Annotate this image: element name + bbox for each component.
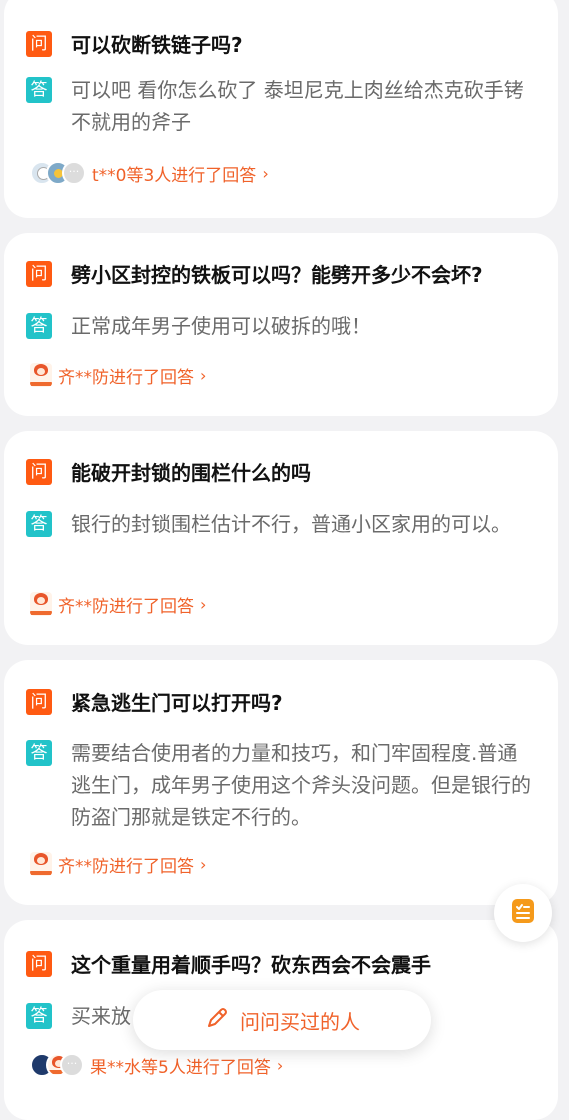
answer-badge: 答 xyxy=(26,77,52,103)
question-badge: 问 xyxy=(26,261,52,287)
answer-badge: 答 xyxy=(26,740,52,766)
more-avatars-icon: ··· xyxy=(60,1053,84,1077)
answerers-summary: t**0等3人进行了回答 xyxy=(92,165,257,186)
chevron-right-icon: › xyxy=(262,163,269,183)
question-badge: 问 xyxy=(26,951,52,977)
answer-text: 可以吧 看你怎么砍了 泰坦尼克上肉丝给杰克砍手铐不就用的斧子 xyxy=(71,78,524,134)
ask-buyers-label: 问问买过的人 xyxy=(240,1009,360,1034)
answerers-summary: 齐**防进行了回答 xyxy=(58,367,194,388)
more-avatars-icon: ··· xyxy=(62,161,86,185)
answer-text: 银行的封锁围栏估计不行，普通小区家用的可以。 xyxy=(71,512,511,536)
answerers-link[interactable]: 齐**防进行了回答 › xyxy=(30,359,206,391)
checklist-icon xyxy=(508,896,538,930)
qa-card[interactable]: 问 劈小区封控的铁板可以吗？能劈开多少不会坏? 答 正常成年男子使用可以破拆的哦… xyxy=(4,233,558,416)
store-logo-icon xyxy=(30,592,52,616)
store-logo-icon xyxy=(30,363,52,387)
question-text: 劈小区封控的铁板可以吗？能劈开多少不会坏? xyxy=(71,263,483,287)
store-logo-icon xyxy=(30,852,52,876)
answer-badge: 答 xyxy=(26,1003,52,1029)
qa-card[interactable]: 问 能破开封锁的围栏什么的吗 答 银行的封锁围栏估计不行，普通小区家用的可以。 … xyxy=(4,431,558,645)
qa-card[interactable]: 问 紧急逃生门可以打开吗? 答 需要结合使用者的力量和技巧，和门牢固程度.普通逃… xyxy=(4,660,558,905)
answer-text: 买来放 xyxy=(71,1004,131,1028)
answer-text: 正常成年男子使用可以破拆的哦！ xyxy=(71,314,371,338)
answerers-link[interactable]: ··· t**0等3人进行了回答 › xyxy=(30,157,269,189)
question-text: 这个重量用着顺手吗？砍东西会不会震手 xyxy=(71,953,431,977)
answer-text: 需要结合使用者的力量和技巧，和门牢固程度.普通逃生门，成年男子使用这个斧头没问题… xyxy=(71,741,531,829)
answerers-summary: 果**水等5人进行了回答 xyxy=(90,1057,271,1078)
qa-card[interactable]: 问 可以砍断铁链子吗? 答 可以吧 看你怎么砍了 泰坦尼克上肉丝给杰克砍手铐不就… xyxy=(4,0,558,218)
checklist-fab-button[interactable] xyxy=(494,884,552,942)
pencil-icon xyxy=(204,1005,230,1035)
answerers-link[interactable]: 齐**防进行了回答 › xyxy=(30,588,206,620)
chevron-right-icon: › xyxy=(200,365,207,385)
answerers-link[interactable]: 齐**防进行了回答 › xyxy=(30,848,206,880)
question-badge: 问 xyxy=(26,31,52,57)
question-text: 可以砍断铁链子吗? xyxy=(71,33,243,57)
ask-buyers-button[interactable]: 问问买过的人 xyxy=(133,990,431,1050)
answerers-link[interactable]: ··· 果**水等5人进行了回答 › xyxy=(30,1049,283,1081)
answer-badge: 答 xyxy=(26,511,52,537)
question-text: 能破开封锁的围栏什么的吗 xyxy=(71,461,311,485)
answerers-summary: 齐**防进行了回答 xyxy=(58,856,194,877)
question-badge: 问 xyxy=(26,689,52,715)
chevron-right-icon: › xyxy=(276,1055,284,1075)
answerers-summary: 齐**防进行了回答 xyxy=(58,596,194,617)
question-badge: 问 xyxy=(26,459,52,485)
chevron-right-icon: › xyxy=(200,594,207,614)
question-text: 紧急逃生门可以打开吗? xyxy=(71,691,283,715)
chevron-right-icon: › xyxy=(200,854,207,874)
answer-badge: 答 xyxy=(26,313,52,339)
